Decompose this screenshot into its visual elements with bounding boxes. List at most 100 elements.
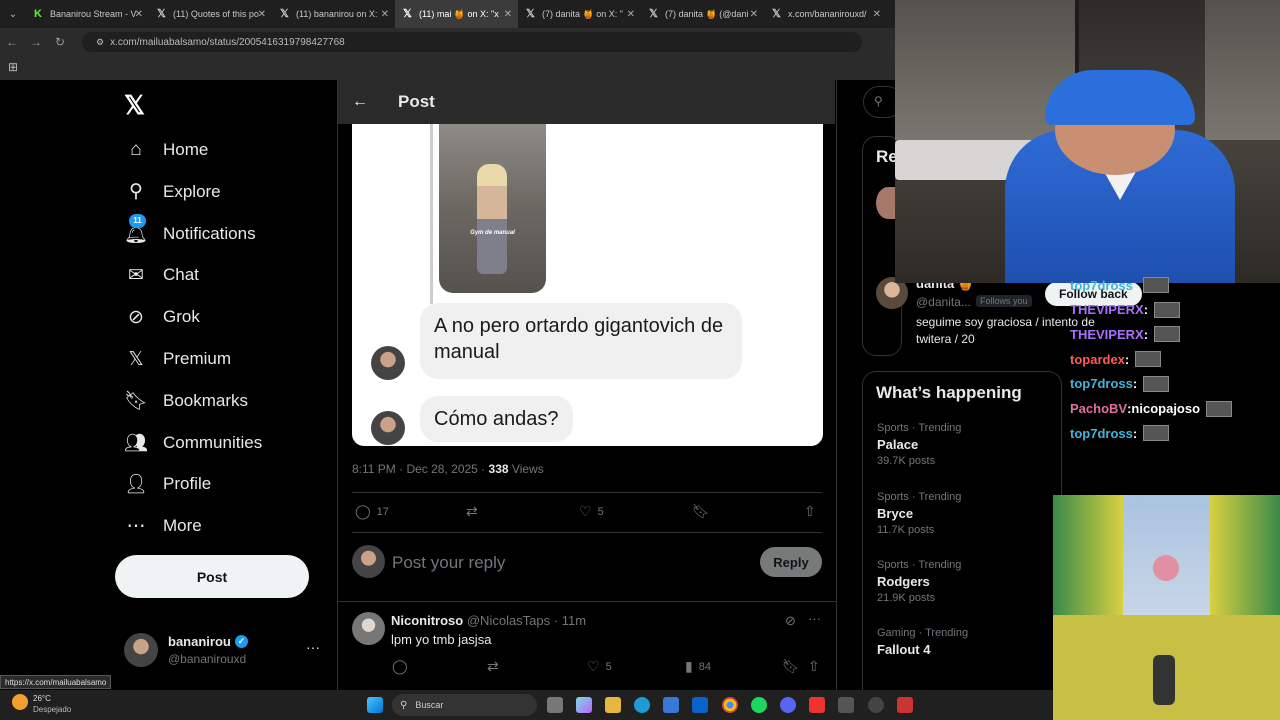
close-icon[interactable]: ✕ [873, 9, 881, 20]
chat-message: top7dross : [1070, 277, 1170, 293]
people-icon: 👥︎ [123, 432, 149, 454]
sidebar-item-label: Explore [163, 181, 221, 201]
post-media-image[interactable]: Gym de manual A no pero ortardo gigantov… [352, 124, 823, 446]
chat-separator: : [1143, 326, 1149, 342]
repost-action[interactable]: ⇄ [487, 658, 505, 675]
bookmark-action[interactable]: 🔖︎ [692, 503, 716, 520]
back-arrow-icon[interactable]: ← [352, 93, 368, 111]
discord-icon[interactable] [780, 697, 796, 713]
repost-action[interactable]: ⇄ [466, 503, 484, 520]
task-view-icon[interactable] [547, 697, 563, 713]
game-target [1153, 555, 1179, 581]
share-action[interactable]: ⇧ [808, 658, 826, 675]
cap [1045, 70, 1195, 125]
weather-temp[interactable]: 26°C [33, 694, 51, 703]
chat-message: topardex : [1070, 351, 1162, 368]
chat-message: PachoBV : nicopajoso [1070, 400, 1233, 417]
browser-tab-2[interactable]: 𝕏 (11) bananirou on X: ✕ [272, 0, 395, 28]
account-switcher[interactable]: bananirou ✓ @bananirouxd ··· [124, 633, 324, 669]
weather-desc[interactable]: Despejado [33, 705, 71, 714]
x-icon: 𝕏 [403, 7, 412, 20]
taskbar-search[interactable]: ⚲ Buscar [392, 694, 537, 716]
link-status-tooltip: https://x.com/mailuabalsamo [0, 675, 112, 689]
forward-arrow-icon[interactable]: → [24, 35, 48, 49]
trend-item[interactable]: Gaming · Trending Fallout 4 [877, 627, 968, 657]
reply-input[interactable]: Post your reply [392, 553, 505, 573]
sidebar-item-bookmarks[interactable]: 🔖︎ Bookmarks [124, 381, 248, 421]
sidebar-item-more[interactable]: ⋯ More [124, 506, 202, 546]
file-explorer-icon[interactable] [605, 697, 621, 713]
obs-icon[interactable] [868, 697, 884, 713]
app-icon[interactable] [838, 697, 854, 713]
sidebar-item-chat[interactable]: ✉ Chat [124, 255, 199, 295]
x-logo-icon[interactable]: 𝕏 [124, 90, 145, 121]
sidebar-item-grok[interactable]: ⊘ Grok [124, 297, 200, 337]
browser-tab-0[interactable]: K Bananirou Stream - V ✕ [26, 0, 149, 28]
post-time[interactable]: 8:11 PM · Dec 28, 2025 · [352, 462, 485, 476]
spotify-icon[interactable] [751, 697, 767, 713]
close-icon[interactable]: ✕ [135, 9, 143, 20]
url-field[interactable]: ⚙ x.com/mailuabalsamo/status/200541631979… [82, 32, 862, 52]
sidebar-item-home[interactable]: ⌂ Home [124, 130, 208, 170]
x-icon: 𝕏 [157, 7, 166, 20]
store-icon[interactable] [663, 697, 679, 713]
like-action[interactable]: ♡ 5 [579, 503, 604, 520]
trend-posts: 39.7K posts [877, 455, 936, 467]
views-count: 84 [698, 660, 711, 673]
verified-badge-icon: ✓ [234, 635, 248, 648]
browser-tab-1[interactable]: 𝕏 (11) Quotes of this po ✕ [149, 0, 272, 28]
reply-action[interactable]: ◯ 17 [355, 503, 389, 520]
browser-tab-4[interactable]: 𝕏 (7) danita 🍯 on X: " ✕ [518, 0, 641, 28]
app-icon[interactable] [809, 697, 825, 713]
chrome-icon[interactable] [722, 697, 738, 713]
reply-post[interactable]: Niconitroso @NicolasTaps · 11m ⊘ ··· lpm… [352, 611, 822, 682]
reply-count: 17 [376, 505, 389, 518]
sidebar-item-explore[interactable]: ⚲ Explore [124, 172, 221, 212]
sidebar-item-notifications[interactable]: 🔔︎ 11 Notifications [124, 213, 256, 254]
tab-label: (7) danita 🍯 on X: " [542, 8, 623, 19]
browser-tab-3[interactable]: 𝕏 (11) mai 🍯 on X: "x ✕ [395, 0, 518, 28]
like-action[interactable]: ♡ 5 [587, 658, 612, 675]
reply-author-name[interactable]: Niconitroso [391, 613, 463, 628]
app-icon[interactable] [897, 697, 913, 713]
close-icon[interactable]: ✕ [381, 9, 389, 20]
bookmark-action[interactable]: 🔖︎ [782, 658, 806, 675]
avatar[interactable] [352, 612, 385, 645]
chat-emote-icon [1143, 375, 1170, 392]
views-action[interactable]: ▮ 84 [685, 658, 711, 675]
close-icon[interactable]: ✕ [627, 9, 635, 20]
grok-icon[interactable]: ⊘ [785, 613, 796, 629]
back-arrow-icon[interactable]: ← [0, 35, 24, 49]
trend-item[interactable]: Sports · Trending Rodgers 21.9K posts [877, 559, 961, 604]
browser-tab-5[interactable]: 𝕏 (7) danita 🍯 (@dani ✕ [641, 0, 764, 28]
sidebar-item-premium[interactable]: 𝕏 Premium [124, 339, 231, 379]
user-handle[interactable]: @danita... [916, 295, 971, 309]
account-handle: @bananirouxd [168, 652, 247, 666]
close-icon[interactable]: ✕ [258, 9, 266, 20]
tab-list-chevron-icon[interactable]: ⌄ [0, 9, 26, 20]
sidebar-item-communities[interactable]: 👥︎ Communities [124, 423, 262, 463]
sidebar-item-profile[interactable]: 👤︎ Profile [124, 464, 211, 504]
share-action[interactable]: ⇧ [804, 503, 822, 520]
reply-button[interactable]: Reply [760, 547, 822, 577]
search-icon: ⚲ [874, 94, 883, 108]
outlook-icon[interactable] [692, 697, 708, 713]
browser-tab-6[interactable]: 𝕏x.com/bananirouxd/ ✕ [764, 0, 887, 28]
windows-start-icon[interactable] [367, 697, 383, 713]
person-icon: 👤︎ [123, 474, 149, 496]
close-icon[interactable]: ✕ [750, 9, 758, 20]
edge-icon[interactable] [634, 697, 650, 713]
more-dots-icon[interactable]: ··· [808, 611, 821, 626]
more-dots-icon[interactable]: ··· [306, 639, 320, 655]
reload-icon[interactable]: ↻ [48, 35, 72, 49]
post-button[interactable]: Post [115, 555, 309, 598]
apps-grid-icon[interactable]: ⊞ [8, 60, 18, 74]
reply-action[interactable]: ◯ [392, 658, 414, 675]
bookmark-icon: 🔖︎ [123, 390, 149, 412]
copilot-icon[interactable] [576, 697, 592, 713]
trend-item[interactable]: Sports · Trending Palace 39.7K posts [877, 422, 961, 467]
site-info-icon[interactable]: ⚙ [96, 37, 104, 48]
reply-author-handle[interactable]: @NicolasTaps [467, 613, 550, 628]
trend-item[interactable]: Sports · Trending Bryce 11.7K posts [877, 491, 961, 536]
close-icon[interactable]: ✕ [504, 9, 512, 20]
